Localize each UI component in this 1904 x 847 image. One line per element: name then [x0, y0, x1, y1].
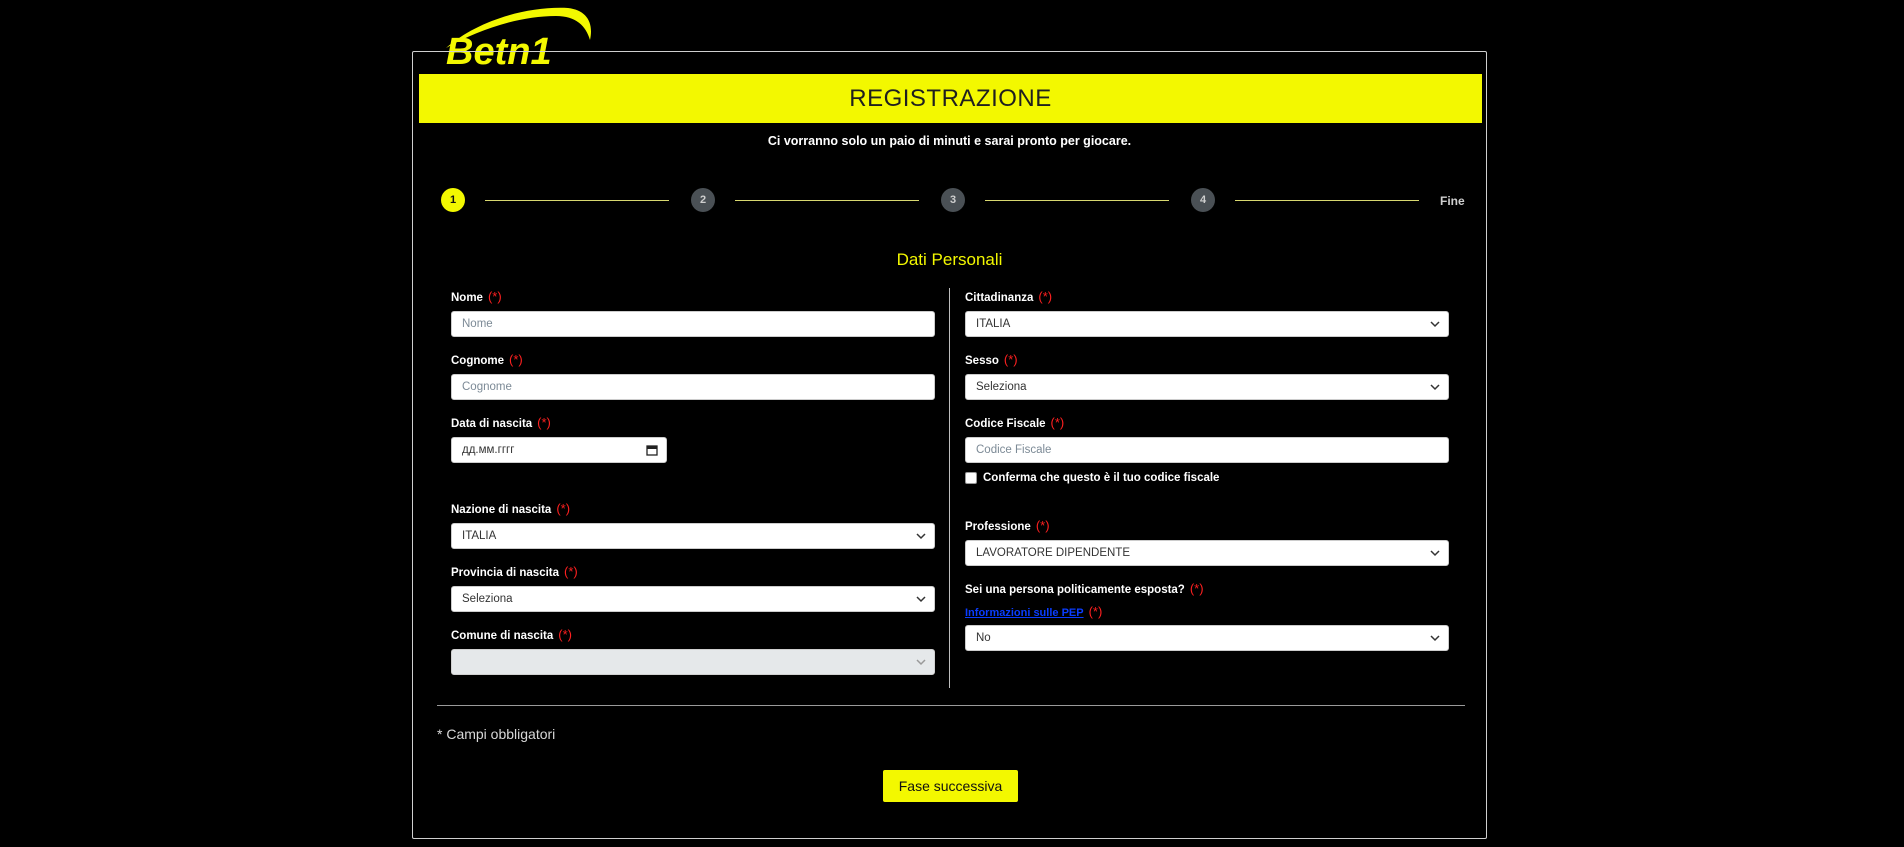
nazione-nascita-field: Nazione di nascita (*) ITALIA: [451, 501, 935, 549]
step-connector: [985, 200, 1169, 201]
pep-select[interactable]: No: [965, 625, 1449, 651]
required-fields-note: * Campi obbligatori: [437, 726, 556, 742]
codice-fiscale-input[interactable]: Codice Fiscale: [965, 437, 1449, 463]
nome-field: Nome (*) Nome: [451, 289, 935, 337]
step-connector: [485, 200, 669, 201]
pep-info-link[interactable]: Informazioni sulle PEP: [965, 607, 1084, 619]
required-mark: (*): [537, 415, 551, 430]
step-2: 2: [691, 188, 715, 212]
registration-panel: REGISTRAZIONE Ci vorranno solo un paio d…: [412, 51, 1487, 839]
required-mark: (*): [487, 289, 502, 304]
chevron-down-icon: [1430, 384, 1440, 391]
pep-field: Sei una persona politicamente esposta? (*…: [965, 581, 1449, 651]
sesso-field: Sesso (*) Seleziona: [965, 352, 1449, 400]
cognome-label: Cognome: [451, 355, 505, 367]
provincia-nascita-select[interactable]: Seleziona: [451, 586, 935, 612]
step-final-label: Fine: [1440, 194, 1465, 208]
required-mark: (*): [1088, 604, 1103, 619]
professione-select[interactable]: LAVORATORE DIPENDENTE: [965, 540, 1449, 566]
codice-fiscale-field: Codice Fiscale (*) Codice Fiscale: [965, 415, 1449, 463]
professione-label: Professione: [965, 521, 1031, 533]
required-mark: (*): [556, 501, 571, 516]
cognome-field: Cognome (*) Cognome: [451, 352, 935, 400]
chevron-down-icon: [1430, 550, 1440, 557]
step-connector: [735, 200, 919, 201]
column-divider: [949, 288, 950, 688]
cognome-input[interactable]: Cognome: [451, 374, 935, 400]
cittadinanza-value: ITALIA: [976, 318, 1011, 330]
comune-nascita-select[interactable]: [451, 649, 935, 675]
data-nascita-field: Data di nascita (*) дд.мм.гггг: [451, 415, 667, 463]
chevron-down-icon: [916, 596, 926, 603]
step-connector: [1235, 200, 1419, 201]
required-mark: (*): [564, 564, 578, 579]
required-mark: (*): [1035, 518, 1050, 533]
calendar-icon[interactable]: [646, 444, 658, 456]
date-of-birth-input[interactable]: дд.мм.гггг: [451, 437, 667, 463]
provincia-nascita-field: Provincia di nascita (*) Seleziona: [451, 564, 935, 612]
progress-stepper: 1 2 3 4 Fine: [413, 187, 1488, 217]
required-mark: (*): [509, 352, 523, 367]
codice-fiscale-label: Codice Fiscale: [965, 418, 1046, 430]
nazione-nascita-select[interactable]: ITALIA: [451, 523, 935, 549]
page-subtitle: Ci vorranno solo un paio di minuti e sar…: [767, 134, 1132, 148]
conferma-codice-fiscale-row: Conferma che questo è il tuo codice fisc…: [965, 472, 1219, 484]
step-4: 4: [1191, 188, 1215, 212]
pep-label: Sei una persona politicamente esposta?: [965, 584, 1185, 596]
next-step-button[interactable]: Fase successiva: [883, 770, 1018, 802]
comune-nascita-field: Comune di nascita (*): [451, 627, 935, 675]
sesso-value: Seleziona: [976, 381, 1027, 393]
pep-value: No: [976, 632, 991, 644]
cittadinanza-select[interactable]: ITALIA: [965, 311, 1449, 337]
step-1: 1: [441, 188, 465, 212]
nazione-nascita-label: Nazione di nascita: [451, 504, 552, 516]
step-3: 3: [941, 188, 965, 212]
nazione-nascita-value: ITALIA: [462, 530, 497, 542]
nome-input[interactable]: Nome: [451, 311, 935, 337]
section-title: Dati Personali: [896, 250, 1003, 269]
cittadinanza-field: Cittadinanza (*) ITALIA: [965, 289, 1449, 337]
required-mark: (*): [1003, 352, 1018, 367]
required-mark: (*): [558, 627, 572, 642]
required-mark: (*): [1050, 415, 1065, 430]
chevron-down-icon: [1430, 321, 1440, 328]
page-title: REGISTRAZIONE: [419, 74, 1482, 123]
chevron-down-icon: [916, 533, 926, 540]
footer-divider: [437, 705, 1465, 706]
nome-label: Nome: [451, 292, 483, 304]
chevron-down-icon: [916, 659, 926, 666]
data-nascita-label: Data di nascita: [451, 418, 533, 430]
provincia-nascita-label: Provincia di nascita: [451, 567, 560, 579]
required-mark: (*): [1038, 289, 1053, 304]
comune-nascita-label: Comune di nascita: [451, 630, 554, 642]
sesso-label: Sesso: [965, 355, 999, 367]
conferma-codice-fiscale-label: Conferma che questo è il tuo codice fisc…: [983, 472, 1220, 484]
cittadinanza-label: Cittadinanza: [965, 292, 1034, 304]
conferma-codice-fiscale-checkbox[interactable]: [965, 472, 977, 484]
professione-value: LAVORATORE DIPENDENTE: [976, 547, 1131, 559]
date-placeholder: дд.мм.гггг: [462, 444, 515, 456]
provincia-nascita-value: Seleziona: [462, 593, 513, 605]
chevron-down-icon: [1430, 635, 1440, 642]
required-mark: (*): [1189, 581, 1204, 596]
sesso-select[interactable]: Seleziona: [965, 374, 1449, 400]
professione-field: Professione (*) LAVORATORE DIPENDENTE: [965, 518, 1449, 566]
